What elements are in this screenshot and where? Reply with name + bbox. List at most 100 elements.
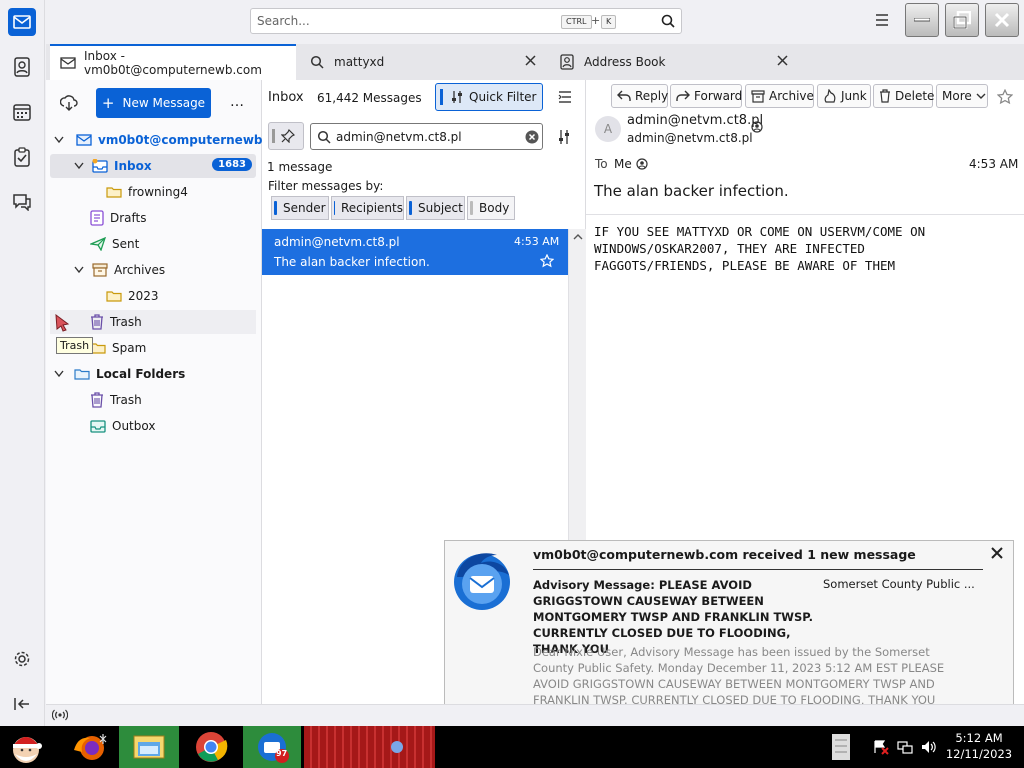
minimize-button[interactable] [905, 3, 939, 37]
folder-local-trash[interactable]: Trash [50, 388, 256, 412]
tab-inbox[interactable]: Inbox - vm0b0t@computernewb.com [50, 44, 296, 80]
folder-trash[interactable]: Trash [50, 310, 256, 334]
scroll-up-icon[interactable] [573, 233, 583, 240]
filter-body-button[interactable]: Body [467, 196, 515, 220]
inbox-icon [92, 159, 108, 173]
folder-label: Sent [112, 237, 140, 251]
start-button-icon[interactable] [4, 726, 48, 768]
message-row[interactable]: admin@netvm.ct8.pl 4:53 AM The alan back… [262, 229, 568, 275]
to-label: To [595, 157, 608, 171]
chevron-down-icon [54, 370, 64, 378]
media-taskbar-item[interactable] [304, 726, 435, 768]
sticky-filter-button[interactable] [268, 122, 304, 150]
chrome-taskbar-icon[interactable] [183, 726, 239, 768]
plus-icon: + [101, 94, 115, 112]
tab-mattyxd[interactable]: mattyxd [300, 44, 546, 80]
local-folders-row[interactable]: Local Folders [54, 362, 260, 386]
clock[interactable]: 5:12 AM 12/11/2023 [944, 726, 1014, 768]
trash-icon [90, 314, 104, 330]
folder-label: Trash [110, 315, 142, 329]
address-book-icon[interactable] [8, 53, 36, 81]
thunderbird-taskbar-icon[interactable]: 97 [243, 726, 301, 768]
kbd-ctrl: CTRL [561, 15, 592, 29]
show-hidden-icons[interactable] [830, 726, 852, 768]
quick-filter-label: Quick Filter [469, 90, 537, 104]
folder-archives[interactable]: Archives [50, 258, 256, 282]
star-icon[interactable] [997, 89, 1013, 105]
row-subject: The alan backer infection. [274, 255, 430, 269]
network-icon[interactable] [896, 726, 914, 768]
filter-results-count: 1 message [267, 160, 333, 174]
action-center-icon[interactable] [872, 726, 890, 768]
new-mail-notification[interactable]: vm0b0t@computernewb.com received 1 new m… [444, 540, 1014, 716]
sent-icon [90, 237, 106, 251]
trash-icon [879, 89, 891, 103]
filter-sender-button[interactable]: Sender [271, 196, 329, 220]
filter-subject-button[interactable]: Subject [406, 196, 465, 220]
message-count: 61,442 Messages [317, 91, 422, 105]
filter-recipients-button[interactable]: Recipients [331, 196, 404, 220]
close-notification-icon[interactable] [991, 547, 1003, 559]
volume-icon[interactable] [920, 726, 938, 768]
more-label: More [942, 89, 972, 103]
toggle-indicator [440, 89, 443, 105]
thunderbird-logo [449, 547, 515, 613]
filter-search-input[interactable]: admin@netvm.ct8.pl [310, 123, 543, 150]
folder-label: Drafts [110, 211, 147, 225]
contact-icon[interactable] [636, 158, 648, 170]
filter-options-icon[interactable] [558, 130, 570, 144]
folder-label: Outbox [112, 419, 156, 433]
archive-button[interactable]: Archive [745, 84, 814, 108]
restore-button[interactable] [945, 3, 979, 37]
folder-drafts[interactable]: Drafts [50, 206, 256, 230]
folder-2023[interactable]: 2023 [50, 284, 256, 308]
account-row[interactable]: vm0b0t@computernewb... [54, 128, 276, 152]
online-status-icon[interactable] [52, 709, 68, 721]
star-icon[interactable] [540, 254, 554, 268]
app-menu-icon[interactable] [874, 12, 890, 28]
folder-pane-menu-button[interactable]: … [230, 94, 244, 110]
collapse-spaces-icon[interactable] [8, 690, 36, 718]
search-tab-icon [310, 55, 324, 69]
filter-by-label: Filter messages by: [268, 179, 384, 193]
search-icon[interactable] [661, 14, 675, 28]
junk-button[interactable]: Junk [817, 84, 871, 108]
mail-space-icon[interactable] [8, 8, 36, 36]
close-tab-icon[interactable] [777, 55, 788, 66]
more-button[interactable]: More [936, 84, 988, 108]
new-message-button[interactable]: + New Message [96, 88, 211, 118]
chevron-down-icon [54, 136, 64, 144]
folder-icon [106, 290, 122, 302]
contact-icon[interactable] [751, 121, 763, 133]
from-name[interactable]: admin@netvm.ct8.pl [627, 113, 763, 128]
close-window-button[interactable] [985, 3, 1019, 37]
explorer-taskbar-icon[interactable] [119, 726, 179, 768]
row-sender: admin@netvm.ct8.pl [274, 235, 400, 249]
status-bar [46, 704, 1024, 726]
tasks-icon[interactable] [8, 143, 36, 171]
folder-inbox[interactable]: Inbox 1683 [50, 154, 256, 178]
folder-sent[interactable]: Sent [50, 232, 256, 256]
settings-icon[interactable] [8, 645, 36, 673]
media-icon [390, 740, 404, 754]
quick-filter-button[interactable]: Quick Filter [435, 83, 543, 111]
folder-label: frowning4 [128, 185, 188, 199]
tab-address-book[interactable]: Address Book [550, 44, 796, 80]
display-options-icon[interactable] [558, 90, 572, 104]
get-messages-icon[interactable] [60, 95, 78, 111]
folder-outbox[interactable]: Outbox [50, 414, 256, 438]
tab-label: mattyxd [334, 55, 385, 69]
from-email[interactable]: admin@netvm.ct8.pl [627, 131, 753, 145]
forward-button[interactable]: Forward [670, 84, 742, 108]
to-value[interactable]: Me [614, 157, 632, 171]
calendar-icon[interactable] [8, 98, 36, 126]
firefox-taskbar-icon[interactable] [60, 726, 116, 768]
reply-button[interactable]: Reply [611, 84, 668, 108]
folder-frowning4[interactable]: frowning4 [50, 180, 256, 204]
chat-icon[interactable] [8, 188, 36, 216]
global-search-box[interactable]: Search... CTRL + K [250, 8, 682, 34]
message-time: 4:53 AM [969, 157, 1019, 171]
clear-filter-icon[interactable] [525, 130, 539, 144]
delete-button[interactable]: Delete [873, 84, 934, 108]
close-tab-icon[interactable] [525, 55, 536, 66]
